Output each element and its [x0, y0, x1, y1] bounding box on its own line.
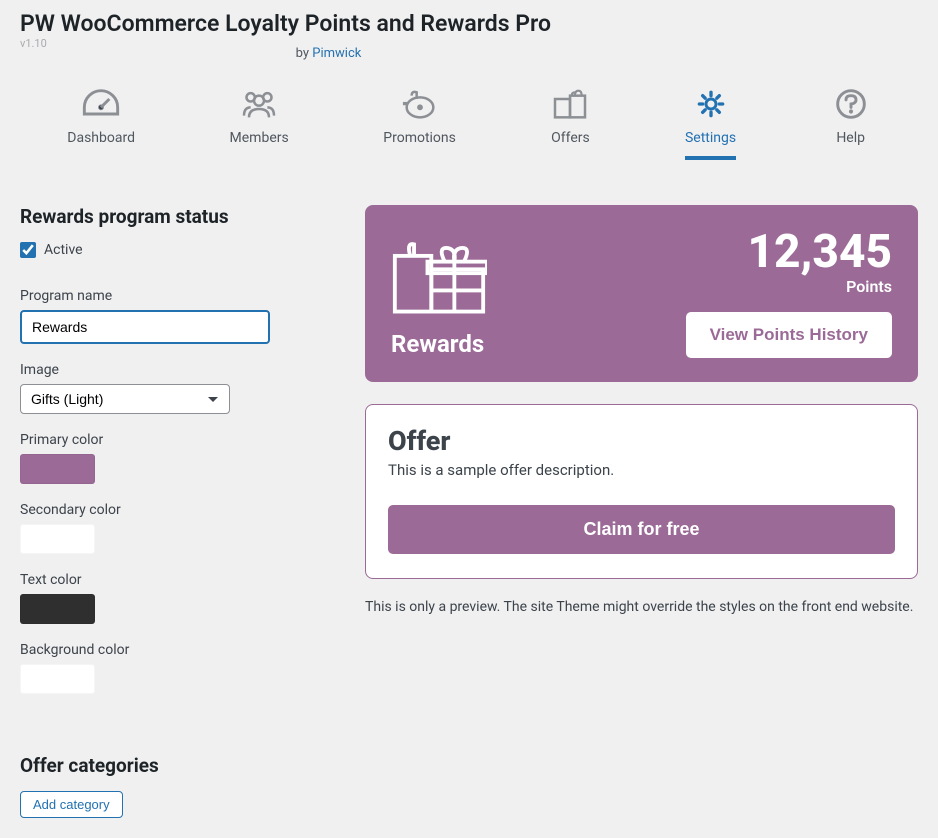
tab-promotions[interactable]: Promotions [383, 86, 456, 160]
gift-icon [391, 238, 487, 316]
tab-dashboard[interactable]: Dashboard [67, 86, 135, 160]
preview-note: This is only a preview. The site Theme m… [365, 599, 918, 615]
view-history-button[interactable]: View Points History [686, 312, 892, 358]
page-header: PW WooCommerce Loyalty Points and Reward… [20, 10, 918, 61]
active-checkbox[interactable] [20, 242, 36, 258]
points-value: 12,345 [748, 229, 893, 275]
offer-preview-card: Offer This is a sample offer description… [365, 404, 918, 579]
tab-label: Settings [685, 130, 736, 146]
page-title: PW WooCommerce Loyalty Points and Reward… [20, 10, 918, 37]
image-label: Image [20, 362, 335, 378]
primary-color-swatch[interactable] [20, 454, 95, 484]
secondary-color-label: Secondary color [20, 502, 335, 518]
rewards-preview-card: Rewards 12,345 Points View Points Histor… [365, 205, 918, 382]
members-icon [239, 86, 279, 122]
points-label: Points [748, 277, 893, 296]
tab-offers[interactable]: Offers [550, 86, 590, 160]
primary-color-label: Primary color [20, 432, 335, 448]
tab-label: Promotions [383, 130, 456, 146]
tab-settings[interactable]: Settings [685, 86, 736, 160]
background-color-label: Background color [20, 642, 335, 658]
text-color-swatch[interactable] [20, 594, 95, 624]
secondary-color-swatch[interactable] [20, 524, 95, 554]
tab-label: Help [836, 130, 865, 146]
program-name-input[interactable] [20, 310, 270, 344]
offer-description: This is a sample offer description. [388, 461, 895, 479]
offer-title: Offer [388, 425, 895, 457]
settings-icon [691, 86, 731, 122]
preview-card-title: Rewards [391, 330, 487, 358]
claim-button[interactable]: Claim for free [388, 505, 895, 554]
byline: by Pimwick [20, 46, 637, 61]
active-label: Active [44, 242, 83, 258]
author-link[interactable]: Pimwick [312, 46, 361, 61]
background-color-swatch[interactable] [20, 664, 95, 694]
tab-label: Dashboard [67, 130, 135, 146]
dashboard-icon [81, 86, 121, 122]
tab-label: Offers [551, 130, 590, 146]
tab-label: Members [230, 130, 289, 146]
offer-categories-title: Offer categories [20, 754, 335, 777]
image-select[interactable]: Gifts (Light) [20, 384, 230, 414]
program-name-label: Program name [20, 288, 335, 304]
help-icon [831, 86, 871, 122]
tab-bar: Dashboard Members Promotions Offers Sett… [20, 86, 918, 160]
tab-members[interactable]: Members [230, 86, 289, 160]
text-color-label: Text color [20, 572, 335, 588]
add-category-button[interactable]: Add category [20, 791, 123, 818]
status-section-title: Rewards program status [20, 205, 335, 228]
promotions-icon [400, 86, 440, 122]
offers-icon [550, 86, 590, 122]
tab-help[interactable]: Help [831, 86, 871, 160]
